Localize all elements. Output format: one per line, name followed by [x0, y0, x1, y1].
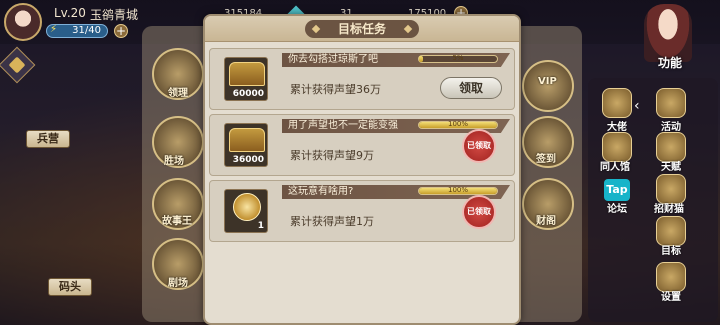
reward-slot[interactable]: 60000 [224, 57, 268, 101]
right-item-label: 设置 [661, 292, 681, 303]
player-avatar[interactable] [4, 3, 42, 41]
activity-icon[interactable] [656, 88, 686, 118]
building-label: 故事王 [162, 216, 192, 227]
quest-dialog: 目标任务 60000 你去勾搭过琼斯了吧 5% 累计获得声望36万 领取 360… [203, 14, 521, 325]
right-item-label: 活动 [661, 122, 681, 133]
quest-row: 1 这玩意有啥用? 100% 累计获得声望1万 已领取 [209, 180, 515, 242]
barracks-button[interactable]: 兵营 [26, 130, 70, 148]
quest-title: 这玩意有啥用? [288, 186, 354, 197]
quest-description: 累计获得声望36万 [290, 83, 381, 96]
chevron-left-icon[interactable]: ‹ [634, 98, 640, 114]
reward-count: 1 [257, 221, 264, 231]
claimed-stamp: 已领取 [462, 129, 496, 163]
progress-text: 100% [447, 186, 468, 194]
treasure-chest-icon [229, 62, 265, 86]
quest-description: 累计获得声望1万 [290, 215, 374, 228]
player-level: Lv.20 [54, 6, 86, 20]
claim-button[interactable]: 领取 [440, 77, 502, 99]
right-item-label: 同人馆 [600, 162, 630, 173]
dock-button[interactable]: 码头 [48, 278, 92, 296]
building-label: 剧场 [168, 278, 188, 289]
right-item-label: 招财猫 [654, 204, 684, 215]
right-item-label: 天赋 [661, 162, 681, 173]
lightning-icon: ⚡ [50, 24, 58, 35]
energy-value: 31/40 [72, 25, 101, 36]
claimed-stamp: 已领取 [462, 195, 496, 229]
building-label: 签到 [536, 154, 556, 165]
add-energy-button[interactable]: + [114, 24, 128, 38]
building-label: 财阁 [536, 216, 556, 227]
function-label: 功能 [658, 56, 683, 70]
quest-row: 36000 用了声望也不一定能变强 100% 累计获得声望9万 已领取 [209, 114, 515, 176]
right-item-label: 目标 [661, 246, 681, 257]
building-label: 胜场 [164, 156, 184, 167]
building-label: 领理 [168, 88, 188, 99]
boss-icon[interactable] [602, 88, 632, 118]
quest-progress-bar: 100% [418, 186, 498, 195]
quest-description: 累计获得声望9万 [290, 149, 374, 162]
quest-title: 用了声望也不一定能变强 [288, 120, 398, 131]
dialog-title: 目标任务 [305, 20, 419, 38]
tap-forum-icon[interactable]: Tap [604, 179, 630, 201]
quest-title: 你去勾搭过琼斯了吧 [288, 54, 378, 65]
treasure-chest-icon [229, 128, 265, 152]
quest-progress-bar: 5% [418, 54, 498, 63]
quest-row: 60000 你去勾搭过琼斯了吧 5% 累计获得声望36万 领取 [209, 48, 515, 110]
dialog-header: 目标任务 [205, 16, 519, 42]
progress-text: 5% [452, 54, 464, 62]
reward-slot[interactable]: 1 [224, 189, 268, 233]
reward-count: 36000 [232, 155, 264, 165]
building-label: VIP [538, 76, 557, 87]
gold-badge-icon [233, 193, 261, 221]
right-item-label: 论坛 [607, 204, 627, 215]
player-name: 玉鹆青城 [90, 8, 139, 22]
quest-progress-bar: 100% [418, 120, 498, 129]
progress-text: 100% [447, 120, 468, 128]
right-item-label: 大佬 [607, 122, 627, 133]
reward-slot[interactable]: 36000 [224, 123, 268, 167]
reward-count: 60000 [232, 89, 264, 99]
quest-header: 你去勾搭过琼斯了吧 5% [282, 53, 510, 67]
